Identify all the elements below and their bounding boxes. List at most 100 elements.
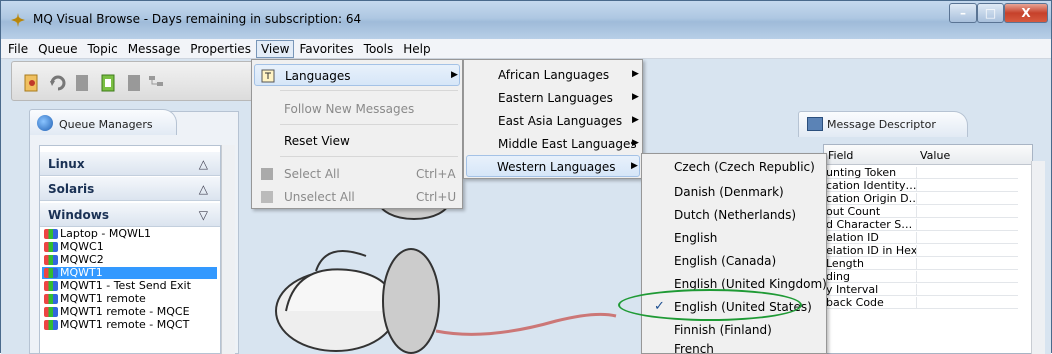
menu-item-french[interactable]: French <box>644 340 824 354</box>
menu-item-dutch[interactable]: Dutch (Netherlands) <box>644 204 824 226</box>
close-button[interactable]: X <box>1004 3 1048 23</box>
queue-tree-scrollbar[interactable] <box>221 145 235 354</box>
table-row[interactable]: unting Token <box>824 167 1018 179</box>
western-languages-submenu: Czech (Czech Republic) Danish (Denmark) … <box>641 153 827 354</box>
menu-item-languages[interactable]: Languages ▶ <box>254 64 460 86</box>
group-solaris[interactable]: Solaris △ <box>40 177 220 201</box>
title-bar[interactable]: MQ Visual Browse - Days remaining in sub… <box>1 1 1051 39</box>
list-item[interactable]: Laptop - MQWL1 <box>42 228 217 240</box>
menu-bar: File Queue Topic Message Properties View… <box>1 39 1051 59</box>
menu-item-follow-new-messages[interactable]: Follow New Messages <box>254 98 460 120</box>
menu-item-english[interactable]: English <box>644 227 824 249</box>
column-header-field[interactable]: Field <box>828 149 853 162</box>
chevron-up-icon[interactable]: △ <box>199 157 208 171</box>
menu-item-czech[interactable]: Czech (Czech Republic) <box>644 156 824 178</box>
queue-manager-icon <box>44 242 58 252</box>
field-cell: out Count <box>826 206 881 218</box>
maximize-button[interactable]: □ <box>977 3 1004 23</box>
refresh-icon[interactable] <box>48 72 68 94</box>
list-item-label: MQWC1 <box>60 240 104 253</box>
highlight-ellipse <box>618 289 802 321</box>
menu-view[interactable]: View <box>255 39 295 58</box>
menu-file[interactable]: File <box>3 40 33 58</box>
table-row[interactable]: Length <box>824 258 1018 270</box>
table-row[interactable]: out Count <box>824 206 1018 218</box>
open-queue-icon[interactable] <box>22 72 42 94</box>
menu-item-finnish[interactable]: Finnish (Finland) <box>644 319 824 341</box>
chevron-down-icon[interactable]: ▽ <box>199 208 208 222</box>
group-label: Solaris <box>48 182 95 196</box>
menu-item-western-languages[interactable]: Western Languages ▶ <box>466 155 640 177</box>
menu-item-reset-view[interactable]: Reset View <box>254 130 460 152</box>
table-row[interactable]: elation ID <box>824 232 1018 244</box>
menu-message[interactable]: Message <box>123 40 186 58</box>
menu-queue[interactable]: Queue <box>33 40 82 58</box>
table-row[interactable]: elation ID in Hex <box>824 245 1018 257</box>
message-descriptor-tab-label: Message Descriptor <box>827 118 936 131</box>
menu-item-label: Dutch (Netherlands) <box>674 208 797 222</box>
list-item[interactable]: MQWT1 - Test Send Exit <box>42 280 217 292</box>
list-item-selected[interactable]: MQWT1 <box>42 267 217 279</box>
menu-item-african-languages[interactable]: African Languages ▶ <box>466 64 640 86</box>
menu-help[interactable]: Help <box>398 40 435 58</box>
menu-item-english-canada[interactable]: English (Canada) <box>644 250 824 272</box>
queue-manager-icon <box>44 255 58 265</box>
menu-item-label: Middle East Languages <box>498 137 637 151</box>
list-item[interactable]: MQWC1 <box>42 241 217 253</box>
queue-manager-icon <box>44 294 58 304</box>
group-linux[interactable]: Linux △ <box>40 152 220 176</box>
message-descriptor-icon <box>807 117 823 131</box>
queue-manager-icon <box>44 281 58 291</box>
submenu-arrow-icon: ▶ <box>451 70 458 80</box>
menu-item-label: Languages <box>285 69 351 83</box>
list-item[interactable]: MQWT1 remote <box>42 293 217 305</box>
menu-item-east-asia-languages[interactable]: East Asia Languages ▶ <box>466 110 640 132</box>
menu-item-label: Unselect All <box>284 190 355 204</box>
table-row[interactable]: cation Identity… <box>824 180 1018 192</box>
minimize-button[interactable]: – <box>949 3 977 23</box>
menu-separator <box>280 156 458 157</box>
unselect-all-icon <box>261 191 273 203</box>
green-document-icon[interactable] <box>98 72 118 94</box>
menu-item-eastern-languages[interactable]: Eastern Languages ▶ <box>466 87 640 109</box>
value-cell <box>916 245 1018 256</box>
menu-item-unselect-all[interactable]: Unselect All Ctrl+U <box>254 186 460 208</box>
menu-item-select-all[interactable]: Select All Ctrl+A <box>254 163 460 185</box>
tree-icon[interactable] <box>146 72 166 94</box>
table-row[interactable]: d Character S… <box>824 219 1018 231</box>
list-item-label: MQWT1 <box>60 266 103 279</box>
column-header-value[interactable]: Value <box>920 149 950 162</box>
table-row[interactable]: back Code <box>824 297 1018 309</box>
menu-topic[interactable]: Topic <box>83 40 123 58</box>
queue-managers-tab-label: Queue Managers <box>59 118 153 131</box>
toolbar <box>11 61 271 101</box>
table-row[interactable]: cation Origin D… <box>824 193 1018 205</box>
menu-item-danish[interactable]: Danish (Denmark) <box>644 181 824 203</box>
menu-item-label: African Languages <box>498 68 610 82</box>
value-cell <box>916 167 1018 178</box>
descriptor-scrollbar[interactable] <box>1031 161 1045 354</box>
menu-item-label: Follow New Messages <box>284 102 415 116</box>
group-label: Linux <box>48 157 85 171</box>
menu-item-middle-east-languages[interactable]: Middle East Languages ▶ <box>466 133 640 155</box>
list-item[interactable]: MQWC2 <box>42 254 217 266</box>
menu-item-label: Western Languages <box>497 160 616 174</box>
minimize-icon: – <box>960 6 966 20</box>
list-item[interactable]: MQWT1 remote - MQCT <box>42 319 217 331</box>
document-icon[interactable] <box>72 72 92 94</box>
table-row[interactable]: ding <box>824 271 1018 283</box>
list-item[interactable]: MQWT1 remote - MQCE <box>42 306 217 318</box>
table-row[interactable]: y Interval <box>824 284 1018 296</box>
queue-manager-icon <box>44 229 58 239</box>
list-item-label: MQWT1 remote - MQCT <box>60 318 190 331</box>
menu-item-label: English (Canada) <box>674 254 777 268</box>
menu-properties[interactable]: Properties <box>185 40 256 58</box>
menu-favorites[interactable]: Favorites <box>294 40 358 58</box>
submenu-arrow-icon: ▶ <box>631 161 638 171</box>
menu-tools[interactable]: Tools <box>359 40 399 58</box>
chevron-up-icon[interactable]: △ <box>199 182 208 196</box>
group-windows[interactable]: Windows ▽ <box>40 203 220 227</box>
menu-item-label: East Asia Languages <box>498 114 623 128</box>
close-icon: X <box>1021 6 1031 20</box>
document2-icon[interactable] <box>124 72 144 94</box>
